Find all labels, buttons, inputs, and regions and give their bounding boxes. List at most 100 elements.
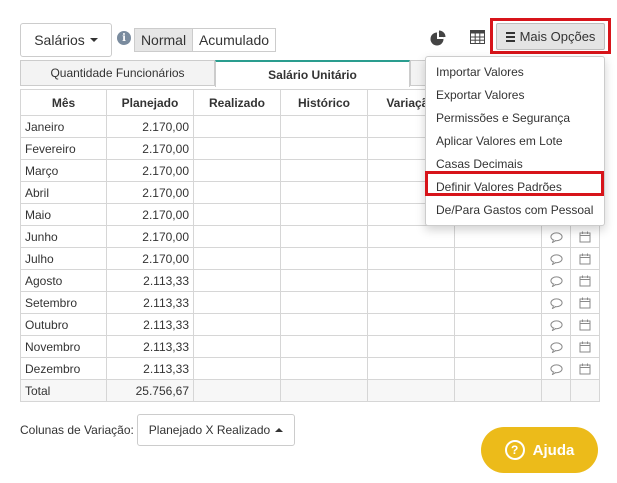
cell-mes: Julho <box>20 247 107 270</box>
cell-realizado[interactable] <box>193 181 281 204</box>
cell-planejado[interactable]: 2.113,33 <box>106 357 194 380</box>
table-row: Junho 2.170,00 <box>20 225 600 248</box>
calendar-icon[interactable] <box>579 297 591 309</box>
cell-planejado[interactable]: 2.170,00 <box>106 203 194 226</box>
comment-icon[interactable] <box>549 276 563 287</box>
cell-comment[interactable] <box>541 357 571 380</box>
tab-quantidade-funcionarios[interactable]: Quantidade Funcionários <box>20 60 215 86</box>
cell-calendar[interactable] <box>570 269 600 292</box>
comment-icon[interactable] <box>549 232 563 243</box>
cell-mes: Fevereiro <box>20 137 107 160</box>
col-header-historico[interactable]: Histórico <box>280 89 368 116</box>
cell-historico <box>280 313 368 336</box>
variacao-value: Planejado X Realizado <box>148 423 271 437</box>
cell-variacao <box>367 357 455 380</box>
cell-historico <box>280 137 368 160</box>
info-icon[interactable]: i <box>117 31 131 45</box>
menu-item[interactable]: Permissões e Segurança <box>426 107 604 130</box>
cell-planejado[interactable]: 2.170,00 <box>106 225 194 248</box>
cell-variacao <box>367 269 455 292</box>
variacao-dropdown[interactable]: Planejado X Realizado <box>137 414 295 446</box>
cell-realizado[interactable] <box>193 137 281 160</box>
cell-comment[interactable] <box>541 225 571 248</box>
cell-variacao <box>367 313 455 336</box>
calendar-icon[interactable] <box>579 363 591 375</box>
cell-planejado[interactable]: 2.113,33 <box>106 335 194 358</box>
cell-calendar[interactable] <box>570 357 600 380</box>
cell-calendar[interactable] <box>570 313 600 336</box>
cell-historico <box>280 159 368 182</box>
cell-planejado[interactable]: 2.170,00 <box>106 115 194 138</box>
cell-comment[interactable] <box>541 269 571 292</box>
cell-total-comment <box>541 379 571 402</box>
cell-total-realizado <box>193 379 281 402</box>
hamburger-icon <box>505 31 515 42</box>
cell-realizado[interactable] <box>193 313 281 336</box>
mais-opcoes-label: Mais Opções <box>519 29 596 44</box>
cell-total-planejado: 25.756,67 <box>106 379 194 402</box>
cell-realizado[interactable] <box>193 291 281 314</box>
menu-item[interactable]: Aplicar Valores em Lote <box>426 130 604 153</box>
cell-planejado[interactable]: 2.113,33 <box>106 313 194 336</box>
col-header-realizado[interactable]: Realizado <box>193 89 281 116</box>
cell-planejado[interactable]: 2.170,00 <box>106 159 194 182</box>
cell-mes: Março <box>20 159 107 182</box>
cell-realizado[interactable] <box>193 335 281 358</box>
caret-up-icon <box>275 428 284 432</box>
cell-realizado[interactable] <box>193 115 281 138</box>
colunas-variacao-label: Colunas de Variação: <box>20 423 134 437</box>
ajuda-button[interactable]: ? Ajuda <box>481 427 598 473</box>
comment-icon[interactable] <box>549 342 563 353</box>
cell-planejado[interactable]: 2.113,33 <box>106 269 194 292</box>
tab-salario-unitario[interactable]: Salário Unitário <box>215 60 410 87</box>
pie-chart-icon[interactable] <box>430 30 446 46</box>
calendar-icon[interactable] <box>579 319 591 331</box>
cell-comment[interactable] <box>541 291 571 314</box>
view-acumulado-button[interactable]: Acumulado <box>192 28 276 52</box>
cell-historico <box>280 357 368 380</box>
cell-planejado[interactable]: 2.170,00 <box>106 181 194 204</box>
calendar-icon[interactable] <box>579 275 591 287</box>
cell-realizado[interactable] <box>193 269 281 292</box>
cell-planejado[interactable]: 2.170,00 <box>106 137 194 160</box>
cell-variacao <box>367 225 455 248</box>
cell-realizado[interactable] <box>193 247 281 270</box>
view-normal-button[interactable]: Normal <box>134 28 192 52</box>
col-header-planejado[interactable]: Planejado <box>106 89 194 116</box>
cell-mes: Dezembro <box>20 357 107 380</box>
menu-item[interactable]: Exportar Valores <box>426 84 604 107</box>
calendar-icon[interactable] <box>579 231 591 243</box>
cell-historico <box>280 115 368 138</box>
cell-mes: Junho <box>20 225 107 248</box>
cell-calendar[interactable] <box>570 225 600 248</box>
cell-extra <box>454 313 542 336</box>
calendar-icon[interactable] <box>579 341 591 353</box>
cell-planejado[interactable]: 2.170,00 <box>106 247 194 270</box>
menu-item[interactable]: Importar Valores <box>426 61 604 84</box>
table-total-row: Total 25.756,67 <box>20 379 600 402</box>
table-grid-icon[interactable] <box>470 30 485 44</box>
mais-opcoes-button[interactable]: Mais Opções <box>496 23 605 50</box>
cell-realizado[interactable] <box>193 203 281 226</box>
cell-comment[interactable] <box>541 335 571 358</box>
col-header-mes[interactable]: Mês <box>20 89 107 116</box>
calendar-icon[interactable] <box>579 253 591 265</box>
cell-calendar[interactable] <box>570 247 600 270</box>
cell-mes: Janeiro <box>20 115 107 138</box>
cell-realizado[interactable] <box>193 357 281 380</box>
cell-total-variacao <box>367 379 455 402</box>
cell-realizado[interactable] <box>193 159 281 182</box>
cell-calendar[interactable] <box>570 291 600 314</box>
cell-comment[interactable] <box>541 313 571 336</box>
salarios-dropdown[interactable]: Salários <box>20 23 112 57</box>
comment-icon[interactable] <box>549 254 563 265</box>
cell-realizado[interactable] <box>193 225 281 248</box>
help-circle-icon: ? <box>504 440 525 460</box>
cell-calendar[interactable] <box>570 335 600 358</box>
comment-icon[interactable] <box>549 298 563 309</box>
cell-planejado[interactable]: 2.113,33 <box>106 291 194 314</box>
cell-comment[interactable] <box>541 247 571 270</box>
menu-item[interactable]: De/Para Gastos com Pessoal <box>426 199 604 222</box>
comment-icon[interactable] <box>549 320 563 331</box>
comment-icon[interactable] <box>549 364 563 375</box>
